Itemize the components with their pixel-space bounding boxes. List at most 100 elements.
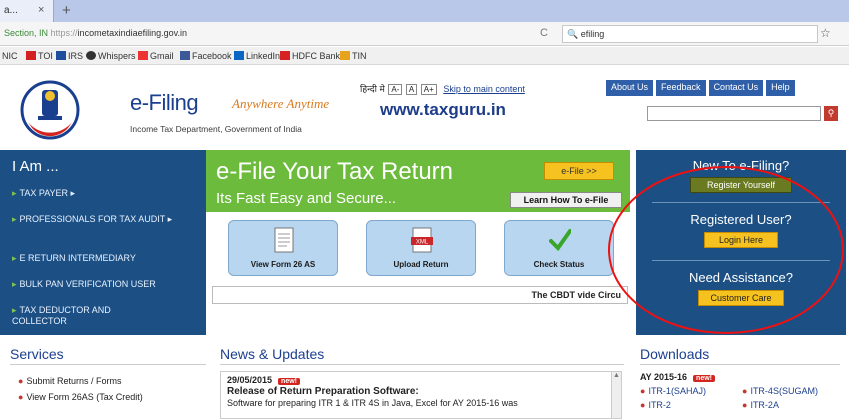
url-host: incometaxindiaefiling.gov.in [77,28,187,38]
url-security-label: Section, IN [4,28,49,38]
url-field[interactable]: Section, IN https://incometaxindiaefilin… [4,28,187,38]
whispers-icon [86,51,96,60]
news-heading: News & Updates [220,346,325,362]
news-list: 29/05/2015 new! Release of Return Prepara… [220,371,622,419]
site-title: e-Filing [130,90,199,115]
download-itr-1[interactable]: ● ITR-1(SAHAJ) [640,386,706,396]
nav-feedback[interactable]: Feedback [656,80,706,96]
bookmark-toi[interactable]: TOI [26,51,53,61]
close-tab-icon[interactable]: × [38,4,44,16]
facebook-icon [180,51,190,60]
cbdt-ticker: The CBDT vide Circu [212,286,628,304]
service-view-26as[interactable]: ● View Form 26AS (Tax Credit) [18,392,143,402]
efile-banner: e-File Your Tax Return Its Fast Easy and… [206,150,630,212]
department-label: Income Tax Department, Government of Ind… [130,124,302,134]
checkmark-icon [549,229,571,252]
service-submit-returns[interactable]: ● Submit Returns / Forms [18,376,121,386]
nav-about-us[interactable]: About Us [606,80,654,96]
divider [10,364,206,365]
document-icon [274,227,294,253]
divider [220,364,624,365]
font-increase-button[interactable]: A+ [420,84,437,95]
search-icon: 🔍 [567,29,579,39]
site-search-button[interactable]: ⚲ [824,106,838,121]
browser-search-value: efiling [580,29,605,39]
downloads-ay: AY 2015-16 new! [640,372,715,382]
url-protocol: https:// [50,28,78,38]
efile-button[interactable]: e-File >> [544,162,614,180]
language-font-bar: हिन्दी मे A- A A+ Skip to main content [360,82,525,95]
nav-help[interactable]: Help [766,80,795,96]
news-date: 29/05/2015 new! [227,375,300,385]
arrow-icon: ▸ [12,279,17,289]
irs-icon [56,51,66,60]
news-text: Software for preparing ITR 1 & ITR 4S in… [227,398,518,408]
font-decrease-button[interactable]: A- [388,84,403,95]
nav-contact-us[interactable]: Contact Us [708,80,764,96]
tile-label: Upload Return [393,260,449,269]
download-itr-2[interactable]: ● ITR-2 [640,400,671,410]
bullet-icon: ● [18,392,24,402]
bookmark-tin[interactable]: TIN [340,51,367,61]
skip-to-content-link[interactable]: Skip to main content [443,84,525,94]
tile-view-form-26as[interactable]: View Form 26 AS [228,220,338,276]
bookmark-nic[interactable]: NIC [2,51,18,61]
bullet-icon: ● [18,376,24,386]
site-tagline: Anywhere Anytime [232,96,330,111]
arrow-icon: ▸ [12,214,17,224]
efile-banner-subtitle: Its Fast Easy and Secure... [216,190,397,207]
watermark-text: www.taxguru.in [380,100,506,119]
bookmark-gmail[interactable]: Gmail [138,51,174,61]
download-itr-2a[interactable]: ● ITR-2A [742,400,779,410]
bookmarks-bar: NIC TOI IRS Whispers Gmail Facebook Link… [0,47,849,65]
browser-tab-bar: a... × + [0,0,849,22]
bookmark-irs[interactable]: IRS [56,51,83,61]
browser-tab[interactable]: a... × [0,0,54,22]
svg-text:XML: XML [416,240,429,246]
bullet-icon: ● [742,386,748,396]
gmail-icon [138,51,148,60]
iam-item-professionals[interactable]: ▸ PROFESSIONALS FOR TAX AUDIT ▸ [12,214,192,225]
linkedin-icon [234,51,244,60]
iam-item-e-return-intermediary[interactable]: ▸ E RETURN INTERMEDIARY [12,253,136,264]
arrow-icon: ▸ [12,305,17,315]
iam-item-tax-payer[interactable]: ▸ TAX PAYER ▸ [12,188,75,199]
efile-banner-title: e-File Your Tax Return [216,158,454,185]
bullet-icon: ● [640,386,646,396]
services-heading: Services [10,346,64,362]
tile-upload-return[interactable]: XML Upload Return [366,220,476,276]
bookmark-linkedin[interactable]: LinkedIn [234,51,280,61]
downloads-heading: Downloads [640,346,710,362]
quick-links: View Form 26 AS XML Upload Return Check … [206,212,630,335]
top-nav: About Us Feedback Contact Us Help [606,80,795,96]
bookmark-whispers[interactable]: Whispers [86,51,136,61]
i-am-title: I Am ... [12,158,59,175]
iam-item-bulk-pan[interactable]: ▸ BULK PAN VERIFICATION USER [12,279,156,290]
hindi-link[interactable]: हिन्दी मे [360,84,385,94]
reload-icon[interactable]: C [540,27,548,39]
new-badge: new! [693,375,715,382]
bullet-icon: ● [742,400,748,410]
emblem-logo-icon [20,80,80,140]
news-scrollbar[interactable]: ▲ [611,372,621,418]
site-search-input[interactable] [647,106,821,121]
toi-icon [26,51,36,60]
bookmark-facebook[interactable]: Facebook [180,51,232,61]
arrow-icon: ▸ [12,188,17,198]
tile-label: Check Status [533,260,585,269]
iam-item-tax-deductor[interactable]: ▸ TAX DEDUCTOR AND COLLECTOR [12,305,152,327]
bullet-icon: ● [640,400,646,410]
tile-label: View Form 26 AS [250,260,316,269]
bookmark-hdfc[interactable]: HDFC Bank [280,51,340,61]
browser-search-input[interactable]: 🔍 efiling [562,25,818,43]
tab-label: a... [4,5,18,16]
news-headline[interactable]: Release of Return Preparation Software: [227,386,419,397]
tile-check-status[interactable]: Check Status [504,220,614,276]
new-tab-button[interactable]: + [62,2,71,19]
learn-how-button[interactable]: Learn How To e-File [510,192,622,208]
hdfc-icon [280,51,290,60]
i-am-panel: I Am ... ▸ TAX PAYER ▸ ▸ PROFESSIONALS FOR… [0,150,206,335]
download-itr-4s[interactable]: ● ITR-4S(SUGAM) [742,386,818,396]
bookmark-star-icon[interactable]: ☆ [820,26,831,40]
font-normal-button[interactable]: A [405,84,418,95]
